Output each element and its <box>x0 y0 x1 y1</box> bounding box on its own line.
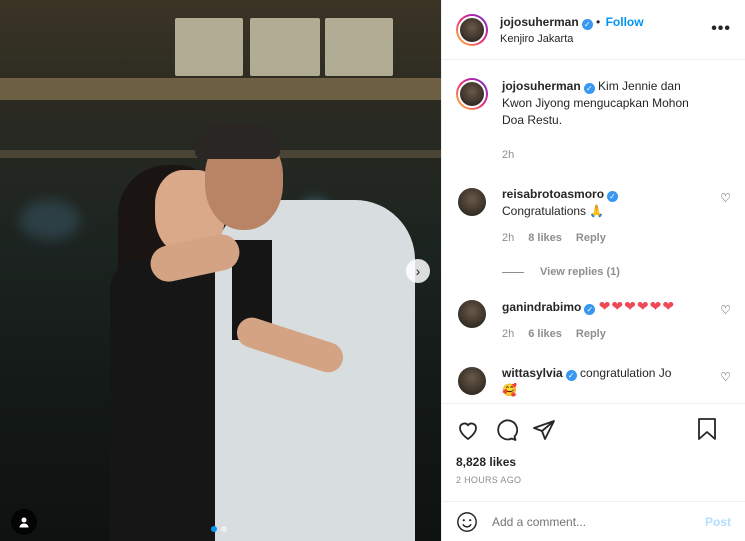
next-icon[interactable]: › <box>406 259 430 283</box>
likes-count[interactable]: 8,828 likes <box>442 455 745 475</box>
background-box <box>325 18 393 76</box>
reply-button[interactable]: Reply <box>576 230 606 247</box>
comment-text: Congratulations <box>502 204 587 218</box>
heart-icon[interactable]: ♡ <box>720 191 731 205</box>
avatar[interactable] <box>456 13 488 46</box>
comment-input[interactable] <box>492 514 705 529</box>
background-box <box>175 18 243 76</box>
comment-username[interactable]: wittasylvia <box>502 366 563 380</box>
caption-time[interactable]: 2h <box>502 147 514 164</box>
caption: jojosuherman ✓ Kim Jennie dan Kwon Jiyong… <box>456 78 731 164</box>
action-bar <box>442 403 745 455</box>
carousel-dot <box>211 526 217 532</box>
comments-list[interactable]: jojosuherman ✓ Kim Jennie dan Kwon Jiyong… <box>442 60 745 403</box>
reply-button[interactable]: Reply <box>576 326 606 343</box>
caption-username[interactable]: jojosuherman <box>502 79 581 93</box>
carousel-indicator <box>211 526 227 532</box>
photo-person <box>110 260 230 541</box>
verified-badge-icon: ✓ <box>581 18 593 30</box>
follow-button[interactable]: Follow <box>606 15 644 29</box>
emoji-icon[interactable] <box>456 511 478 533</box>
comment-icon[interactable] <box>494 418 518 442</box>
comment-hearts: ❤❤❤❤❤❤ <box>598 298 676 314</box>
post-location[interactable]: Kenjiro Jakarta <box>500 33 644 45</box>
share-icon[interactable] <box>532 418 556 442</box>
heart-icon[interactable] <box>456 418 480 442</box>
comment-username[interactable]: ganindrabimo <box>502 300 581 314</box>
avatar[interactable] <box>456 186 488 218</box>
bookmark-icon[interactable] <box>695 417 719 441</box>
heart-icon[interactable]: ♡ <box>720 303 731 317</box>
avatar[interactable] <box>456 78 488 110</box>
comment-emoji: 🙏 <box>589 204 605 218</box>
separator: • <box>596 14 601 29</box>
comment: reisabrotoasmoro ✓ Congratulations 🙏 2h 8… <box>456 186 731 247</box>
photo-person <box>195 123 280 159</box>
post-modal: › jojosuherman ✓ • Follow Kenjiro Jakarta… <box>0 0 745 541</box>
more-options-icon[interactable]: ••• <box>711 20 731 38</box>
background-shelf <box>0 78 441 100</box>
verified-badge-icon: ✓ <box>607 191 619 202</box>
verified-badge-icon: ✓ <box>583 83 595 94</box>
verified-badge-icon: ✓ <box>565 370 577 381</box>
comment-likes[interactable]: 8 likes <box>528 230 562 247</box>
comment-emoji: 🥰 <box>502 383 517 397</box>
background-box <box>250 18 320 76</box>
comment-username[interactable]: reisabrotoasmoro <box>502 187 604 201</box>
avatar[interactable] <box>456 298 488 330</box>
divider <box>502 271 524 273</box>
background-light <box>20 200 80 240</box>
comment-text: congratulation Jo <box>580 366 672 380</box>
verified-badge-icon: ✓ <box>584 304 596 315</box>
author-username[interactable]: jojosuherman <box>500 15 579 29</box>
carousel-dot <box>221 526 227 532</box>
comment: wittasylvia ✓ congratulation Jo 🥰 ♡ <box>456 365 731 399</box>
add-comment-bar: Post <box>442 501 745 541</box>
avatar[interactable] <box>456 365 488 397</box>
view-replies-label: View replies (1) <box>540 266 620 278</box>
post-side-panel: jojosuherman ✓ • Follow Kenjiro Jakarta •… <box>441 0 745 541</box>
user-tag-icon[interactable] <box>11 509 37 535</box>
post-button[interactable]: Post <box>705 515 731 529</box>
heart-icon[interactable]: ♡ <box>720 370 731 384</box>
view-replies-button[interactable]: View replies (1) <box>502 266 731 278</box>
post-photo[interactable]: › <box>0 0 441 541</box>
comment-time[interactable]: 2h <box>502 230 514 247</box>
comment-time[interactable]: 2h <box>502 326 514 343</box>
post-timestamp[interactable]: 2 HOURS AGO <box>442 475 745 501</box>
post-header: jojosuherman ✓ • Follow Kenjiro Jakarta •… <box>442 0 745 60</box>
comment-likes[interactable]: 6 likes <box>528 326 562 343</box>
comment: ganindrabimo ✓ ❤❤❤❤❤❤ 2h 6 likes Reply ♡ <box>456 298 731 343</box>
